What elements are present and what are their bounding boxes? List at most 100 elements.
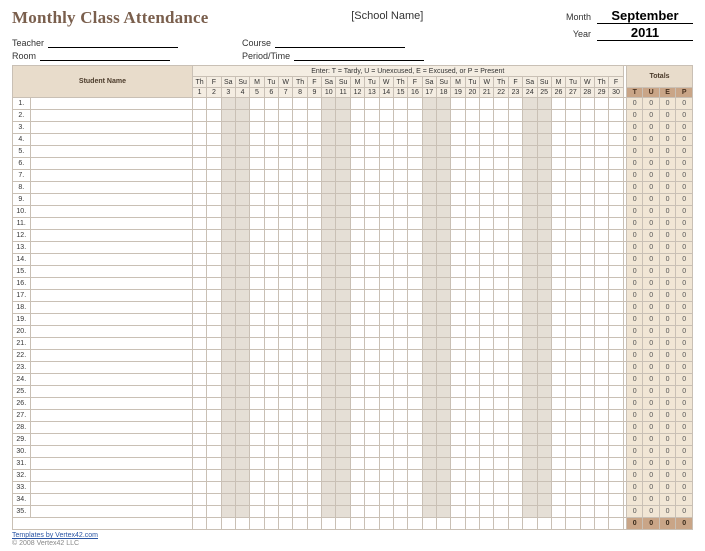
att-cell[interactable]: [250, 398, 264, 410]
att-cell[interactable]: [365, 326, 379, 338]
att-cell[interactable]: [336, 506, 350, 518]
att-cell[interactable]: [480, 446, 494, 458]
att-cell[interactable]: [551, 422, 565, 434]
att-cell[interactable]: [408, 326, 422, 338]
att-cell[interactable]: [480, 434, 494, 446]
att-cell[interactable]: [322, 206, 336, 218]
att-cell[interactable]: [594, 134, 608, 146]
att-cell[interactable]: [551, 314, 565, 326]
att-cell[interactable]: [551, 290, 565, 302]
att-cell[interactable]: [537, 146, 551, 158]
att-cell[interactable]: [221, 482, 235, 494]
att-cell[interactable]: [207, 266, 221, 278]
att-cell[interactable]: [293, 362, 307, 374]
att-cell[interactable]: [523, 314, 537, 326]
att-cell[interactable]: [551, 326, 565, 338]
att-cell[interactable]: [221, 446, 235, 458]
att-cell[interactable]: [551, 506, 565, 518]
att-cell[interactable]: [293, 194, 307, 206]
att-cell[interactable]: [207, 398, 221, 410]
att-cell[interactable]: [422, 254, 436, 266]
att-cell[interactable]: [235, 470, 249, 482]
att-cell[interactable]: [379, 290, 393, 302]
att-cell[interactable]: [307, 206, 321, 218]
att-cell[interactable]: [279, 98, 293, 110]
att-cell[interactable]: [580, 470, 594, 482]
att-cell[interactable]: [408, 230, 422, 242]
att-cell[interactable]: [250, 134, 264, 146]
att-cell[interactable]: [408, 374, 422, 386]
att-cell[interactable]: [566, 494, 580, 506]
att-cell[interactable]: [465, 446, 479, 458]
att-cell[interactable]: [523, 494, 537, 506]
att-cell[interactable]: [379, 314, 393, 326]
att-cell[interactable]: [523, 458, 537, 470]
att-cell[interactable]: [336, 194, 350, 206]
att-cell[interactable]: [508, 386, 522, 398]
att-cell[interactable]: [379, 134, 393, 146]
att-cell[interactable]: [566, 230, 580, 242]
att-cell[interactable]: [523, 266, 537, 278]
att-cell[interactable]: [523, 482, 537, 494]
att-cell[interactable]: [594, 422, 608, 434]
att-cell[interactable]: [580, 302, 594, 314]
att-cell[interactable]: [264, 110, 278, 122]
att-cell[interactable]: [609, 146, 623, 158]
att-cell[interactable]: [279, 206, 293, 218]
att-cell[interactable]: [207, 158, 221, 170]
att-cell[interactable]: [279, 230, 293, 242]
att-cell[interactable]: [192, 242, 206, 254]
att-cell[interactable]: [465, 134, 479, 146]
att-cell[interactable]: [422, 362, 436, 374]
att-cell[interactable]: [508, 398, 522, 410]
att-cell[interactable]: [293, 482, 307, 494]
att-cell[interactable]: [192, 98, 206, 110]
att-cell[interactable]: [537, 434, 551, 446]
att-cell[interactable]: [609, 458, 623, 470]
att-cell[interactable]: [221, 362, 235, 374]
att-cell[interactable]: [451, 314, 465, 326]
att-cell[interactable]: [393, 230, 407, 242]
student-name-cell[interactable]: [30, 98, 192, 110]
att-cell[interactable]: [494, 230, 508, 242]
att-cell[interactable]: [350, 122, 364, 134]
att-cell[interactable]: [192, 254, 206, 266]
att-cell[interactable]: [551, 470, 565, 482]
att-cell[interactable]: [580, 110, 594, 122]
student-name-cell[interactable]: [30, 194, 192, 206]
att-cell[interactable]: [264, 338, 278, 350]
att-cell[interactable]: [264, 494, 278, 506]
att-cell[interactable]: [523, 170, 537, 182]
att-cell[interactable]: [422, 338, 436, 350]
att-cell[interactable]: [264, 374, 278, 386]
att-cell[interactable]: [523, 506, 537, 518]
att-cell[interactable]: [422, 350, 436, 362]
student-name-cell[interactable]: [30, 314, 192, 326]
att-cell[interactable]: [537, 314, 551, 326]
att-cell[interactable]: [192, 182, 206, 194]
att-cell[interactable]: [365, 206, 379, 218]
att-cell[interactable]: [451, 338, 465, 350]
att-cell[interactable]: [436, 314, 450, 326]
att-cell[interactable]: [293, 290, 307, 302]
att-cell[interactable]: [307, 482, 321, 494]
att-cell[interactable]: [293, 470, 307, 482]
att-cell[interactable]: [350, 374, 364, 386]
att-cell[interactable]: [594, 338, 608, 350]
att-cell[interactable]: [350, 482, 364, 494]
att-cell[interactable]: [551, 278, 565, 290]
att-cell[interactable]: [566, 338, 580, 350]
att-cell[interactable]: [451, 302, 465, 314]
att-cell[interactable]: [393, 482, 407, 494]
att-cell[interactable]: [594, 386, 608, 398]
att-cell[interactable]: [235, 254, 249, 266]
att-cell[interactable]: [293, 158, 307, 170]
att-cell[interactable]: [494, 194, 508, 206]
att-cell[interactable]: [480, 266, 494, 278]
att-cell[interactable]: [451, 242, 465, 254]
att-cell[interactable]: [336, 134, 350, 146]
att-cell[interactable]: [307, 218, 321, 230]
att-cell[interactable]: [393, 266, 407, 278]
att-cell[interactable]: [551, 254, 565, 266]
att-cell[interactable]: [293, 170, 307, 182]
